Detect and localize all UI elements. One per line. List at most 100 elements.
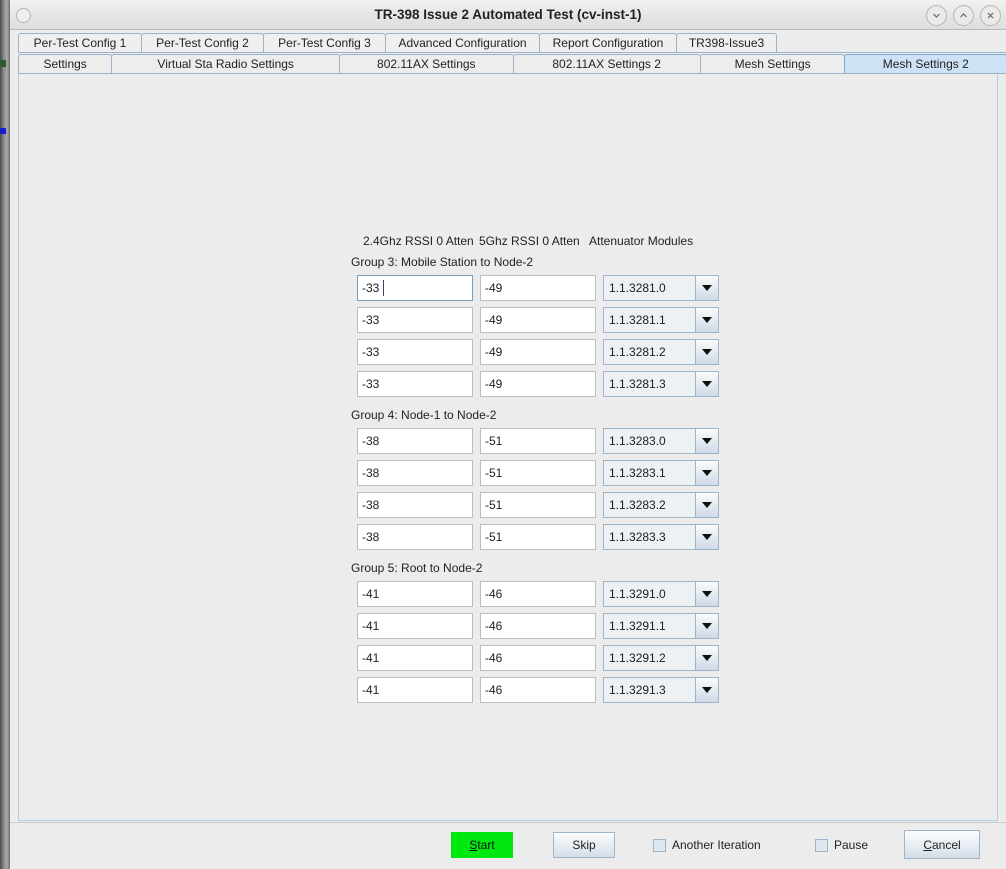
attenuator-module-select[interactable]: 1.1.3281.1 [603,307,719,333]
rssi-5-input[interactable] [480,339,596,365]
chevron-down-icon[interactable] [696,276,718,300]
window-title: TR-398 Issue 2 Automated Test (cv-inst-1… [374,7,642,22]
chevron-down-icon[interactable] [696,614,718,638]
rssi-5-input[interactable] [480,645,596,671]
rssi-5-input[interactable] [480,677,596,703]
tab-per-test-config-2[interactable]: Per-Test Config 2 [141,33,264,53]
attenuator-row: 1.1.3283.1 [357,460,761,486]
attenuator-row: 1.1.3291.0 [357,581,761,607]
maximize-icon[interactable] [953,5,974,26]
attenuator-module-select[interactable]: 1.1.3283.1 [603,460,719,486]
skip-button[interactable]: Skip [553,832,615,858]
window-controls [926,5,1001,26]
tab-per-test-config-1[interactable]: Per-Test Config 1 [18,33,142,53]
rssi-24-input[interactable] [357,645,473,671]
rssi-5-input[interactable] [480,428,596,454]
rssi-5-input[interactable] [480,371,596,397]
application-window: TR-398 Issue 2 Automated Test (cv-inst-1… [10,0,1006,869]
tab-label: Settings [43,57,87,71]
rssi-24-field-wrap [357,581,480,607]
close-icon[interactable] [980,5,1001,26]
attenuator-row: 1.1.3281.2 [357,339,761,365]
rssi-5-input[interactable] [480,460,596,486]
rssi-24-input[interactable] [357,339,473,365]
tab-per-test-config-3[interactable]: Per-Test Config 3 [263,33,386,53]
header-rssi-5: 5Ghz RSSI 0 Atten [479,234,580,248]
rssi-5-input[interactable] [480,524,596,550]
tab-report-configuration[interactable]: Report Configuration [539,33,677,53]
attenuator-module-select[interactable]: 1.1.3281.2 [603,339,719,365]
chevron-down-icon[interactable] [696,308,718,332]
chevron-down-icon[interactable] [696,678,718,702]
minimize-icon[interactable] [926,5,947,26]
tab-tr398-issue3[interactable]: TR398-Issue3 [676,33,777,53]
rssi-5-input[interactable] [480,492,596,518]
tab-bar: Per-Test Config 1 Per-Test Config 2 Per-Te… [10,30,1006,74]
header-rssi-24: 2.4Ghz RSSI 0 Atten [363,234,474,248]
checkbox-box[interactable] [815,838,828,852]
tab-mesh-settings-2[interactable]: Mesh Settings 2 [844,54,1006,74]
tab-virtual-sta-radio-settings[interactable]: Virtual Sta Radio Settings [111,54,341,74]
checkbox-box[interactable] [653,838,666,852]
chevron-down-icon[interactable] [696,461,718,485]
rssi-5-input[interactable] [480,613,596,639]
chevron-down-icon[interactable] [696,493,718,517]
chevron-down-icon[interactable] [696,582,718,606]
attenuator-module-select[interactable]: 1.1.3291.0 [603,581,719,607]
rssi-24-field-wrap [357,645,480,671]
start-button[interactable]: Start [451,832,513,858]
rssi-24-input[interactable] [357,524,473,550]
bottom-bar-divider [10,822,1006,823]
rssi-24-input[interactable] [357,275,473,301]
tab-label: Mesh Settings 2 [882,57,969,71]
chevron-down-icon[interactable] [696,340,718,364]
attenuator-module-value: 1.1.3281.1 [604,308,696,332]
attenuator-module-select[interactable]: 1.1.3283.2 [603,492,719,518]
rssi-24-input[interactable] [357,460,473,486]
attenuator-module-value: 1.1.3283.1 [604,461,696,485]
skip-button-label: Skip [572,838,596,852]
tab-row-primary: Per-Test Config 1 Per-Test Config 2 Per-Te… [18,32,1006,53]
attenuator-module-value: 1.1.3281.2 [604,340,696,364]
chevron-down-icon[interactable] [696,429,718,453]
attenuator-module-select[interactable]: 1.1.3281.3 [603,371,719,397]
rssi-24-input[interactable] [357,677,473,703]
another-iteration-checkbox[interactable]: Another Iteration [653,838,761,852]
rssi-5-input[interactable] [480,307,596,333]
attenuator-groups: Group 3: Mobile Station to Node-2 1.1.328… [341,255,761,703]
tab-row-secondary: Settings Virtual Sta Radio Settings 802.11… [18,53,1006,74]
rssi-24-input[interactable] [357,492,473,518]
rssi-24-input[interactable] [357,307,473,333]
rssi-5-input[interactable] [480,275,596,301]
chevron-down-icon[interactable] [696,646,718,670]
tab-label: Per-Test Config 3 [278,36,371,50]
attenuator-module-select[interactable]: 1.1.3291.3 [603,677,719,703]
attenuator-module-select[interactable]: 1.1.3291.2 [603,645,719,671]
rssi-24-field-wrap [357,275,480,301]
rssi-24-input[interactable] [357,581,473,607]
cancel-button[interactable]: Cancel [904,830,980,859]
rssi-24-input[interactable] [357,613,473,639]
attenuator-module-select[interactable]: 1.1.3283.0 [603,428,719,454]
desktop-artifact-green [0,60,6,67]
attenuator-module-select[interactable]: 1.1.3291.1 [603,613,719,639]
attenuator-module-value: 1.1.3291.2 [604,646,696,670]
attenuator-module-select[interactable]: 1.1.3281.0 [603,275,719,301]
rssi-24-input[interactable] [357,428,473,454]
chevron-down-icon[interactable] [696,372,718,396]
tab-settings[interactable]: Settings [18,54,113,74]
rssi-24-input[interactable] [357,371,473,397]
attenuator-module-value: 1.1.3291.1 [604,614,696,638]
tab-panel-mesh-settings-2: 2.4Ghz RSSI 0 Atten 5Ghz RSSI 0 Atten Atte… [18,74,998,821]
rssi-5-input[interactable] [480,581,596,607]
tab-802-11ax-settings-2[interactable]: 802.11AX Settings 2 [512,54,701,74]
attenuator-module-select[interactable]: 1.1.3283.3 [603,524,719,550]
desktop-background-strip [0,0,10,869]
tab-mesh-settings[interactable]: Mesh Settings [699,54,846,74]
pause-checkbox[interactable]: Pause [815,838,868,852]
tab-advanced-configuration[interactable]: Advanced Configuration [385,33,540,53]
chevron-down-icon[interactable] [696,525,718,549]
tab-802-11ax-settings[interactable]: 802.11AX Settings [339,54,514,74]
bottom-action-bar: Start Skip Another Iteration Pause Cance… [10,822,1006,869]
tab-label: Per-Test Config 2 [156,36,249,50]
